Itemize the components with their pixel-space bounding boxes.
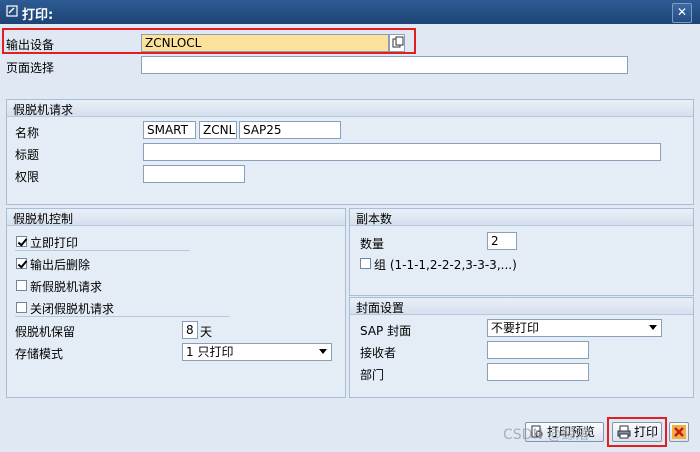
new-spool-request-label: 新假脱机请求 [30, 280, 103, 294]
quantity-label: 数量 [360, 237, 385, 251]
new-spool-request-checkbox[interactable] [16, 280, 27, 291]
copies-group: 副本数 数量 2 组 (1-1-1,2-2-2,3-3-3,...) [349, 208, 694, 296]
retention-value: 8 [186, 323, 194, 337]
separator [15, 316, 230, 317]
spool-control-title: 假脱机控制 [13, 212, 74, 226]
quantity-input[interactable]: 2 [487, 232, 517, 250]
highlight-print-button [607, 417, 667, 447]
title-label: 标题 [15, 148, 40, 162]
department-label: 部门 [360, 368, 385, 382]
authority-input[interactable] [143, 165, 245, 183]
recipient-label: 接收者 [360, 346, 397, 360]
sap-cover-value: 不要打印 [491, 321, 540, 335]
spool-request-title: 假脱机请求 [13, 103, 74, 117]
department-input[interactable] [487, 363, 589, 381]
page-selection-label: 页面选择 [6, 61, 55, 75]
sap-cover-select[interactable]: 不要打印 [487, 319, 662, 337]
chevron-down-icon [649, 325, 657, 330]
button-bar: 打印预览 打印 [0, 412, 700, 452]
print-immediately-label: 立即打印 [30, 236, 79, 250]
close-icon[interactable]: ✕ [672, 3, 692, 23]
separator [15, 250, 190, 251]
cover-page-title: 封面设置 [356, 301, 405, 315]
cover-page-header: 封面设置 [350, 298, 693, 315]
name-field-2[interactable]: ZCNL [199, 121, 237, 139]
name-value-1: SMART [147, 123, 188, 137]
quantity-value: 2 [491, 234, 499, 248]
name-field-1[interactable]: SMART [143, 121, 196, 139]
storage-mode-select[interactable]: 1 只打印 [182, 343, 332, 361]
cancel-button[interactable] [669, 422, 689, 442]
name-label: 名称 [15, 126, 40, 140]
name-field-3[interactable]: SAP25 [239, 121, 341, 139]
collate-group-label: 组 (1-1-1,2-2-2,3-3-3,...) [374, 258, 517, 272]
delete-after-output-label: 输出后删除 [30, 258, 91, 272]
collate-group-checkbox[interactable] [360, 258, 371, 269]
retention-unit: 天 [200, 325, 213, 339]
recipient-input[interactable] [487, 341, 589, 359]
cover-page-group: 封面设置 SAP 封面 不要打印 接收者 部门 [349, 297, 694, 398]
close-spool-request-label: 关闭假脱机请求 [30, 302, 115, 316]
print-immediately-checkbox[interactable] [16, 236, 27, 247]
cancel-x-icon [672, 425, 686, 439]
print-dialog-icon [6, 5, 18, 17]
retention-label: 假脱机保留 [15, 325, 76, 339]
spool-control-header: 假脱机控制 [7, 209, 345, 226]
copies-header: 副本数 [350, 209, 693, 226]
storage-mode-value: 1 只打印 [186, 345, 234, 359]
name-value-3: SAP25 [243, 123, 282, 137]
storage-mode-label: 存储模式 [15, 347, 64, 361]
dialog-content: 输出设备 ZCNLOCL 页面选择 假脱机请求 名称 SMART ZCNL SA… [2, 26, 698, 418]
spool-title-input[interactable] [143, 143, 661, 161]
spool-control-group: 假脱机控制 立即打印 输出后删除 新假脱机请求 关闭假脱机请求 假脱机保留 8 … [6, 208, 346, 398]
chevron-down-icon [319, 349, 327, 354]
highlight-output-device [2, 28, 416, 54]
spool-request-header: 假脱机请求 [7, 100, 693, 117]
copies-title: 副本数 [356, 212, 393, 226]
authority-label: 权限 [15, 170, 40, 184]
window-title-bar: 打印: ✕ [0, 0, 700, 24]
window-title: 打印: [22, 8, 54, 23]
sap-cover-label: SAP 封面 [360, 324, 412, 338]
watermark: CSDN @鲸落 [503, 427, 590, 443]
close-spool-request-checkbox[interactable] [16, 302, 27, 313]
page-selection-input[interactable] [141, 56, 628, 74]
name-value-2: ZCNL [203, 123, 236, 137]
delete-after-output-checkbox[interactable] [16, 258, 27, 269]
retention-input[interactable]: 8 [182, 321, 198, 339]
spool-request-group: 假脱机请求 名称 SMART ZCNL SAP25 标题 权限 [6, 99, 694, 205]
